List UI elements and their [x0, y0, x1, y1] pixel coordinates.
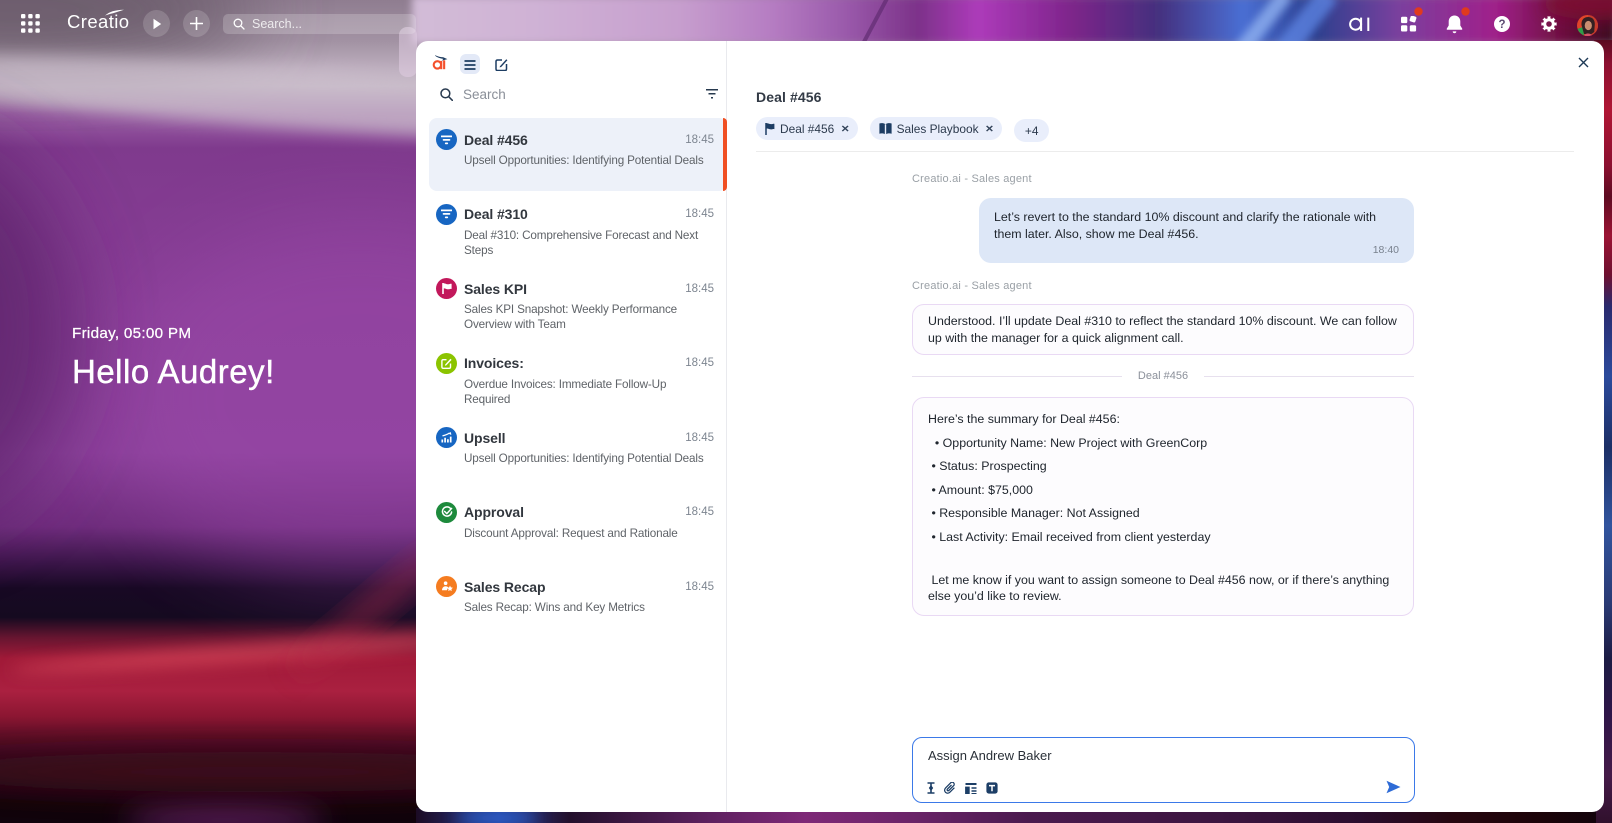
svg-text:?: ? [1498, 19, 1505, 31]
